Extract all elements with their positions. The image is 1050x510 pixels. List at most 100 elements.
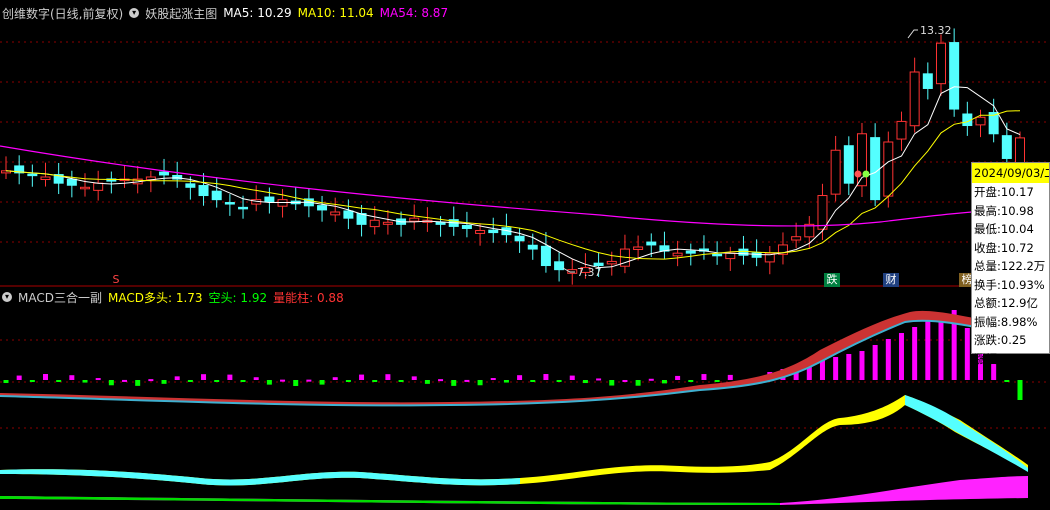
candle-body: [159, 171, 170, 176]
candle-body: [606, 260, 617, 265]
kline-chart[interactable]: [0, 0, 1050, 510]
chevron-down-icon[interactable]: ▾: [2, 292, 12, 302]
volume-ribbon-green: [0, 496, 780, 505]
chevron-down-icon[interactable]: ▾: [129, 8, 140, 18]
macd-bar: [622, 379, 628, 382]
macd-bar: [240, 380, 246, 382]
macd-bar: [332, 377, 338, 380]
candle-body: [830, 149, 841, 195]
main-header: 创维数字(日线,前复权) ▾ 妖股起涨主图 MA5: 10.29 MA10: 1…: [2, 4, 454, 22]
macd-bar: [727, 374, 733, 380]
macd-bar: [253, 377, 259, 380]
macd-bar: [359, 374, 365, 380]
macd-bar: [148, 379, 154, 382]
candle-body: [922, 73, 933, 89]
candle-body: [369, 219, 380, 228]
candle-body: [238, 206, 249, 210]
high-pointer: [907, 29, 918, 39]
candle-body: [896, 120, 907, 140]
info-high: 最高:10.98: [974, 203, 1034, 218]
macd-bar: [688, 380, 694, 382]
candle-body: [27, 173, 38, 177]
macd-bar: [372, 380, 378, 382]
macd-bar: [819, 360, 825, 380]
macd-bar: [543, 374, 549, 380]
macd-bar: [411, 376, 417, 380]
ma10-value: MA10: 11.04: [297, 6, 374, 20]
macd-bar: [201, 374, 207, 380]
macd-bar: [648, 378, 654, 381]
stock-title[interactable]: 创维数字(日线,前复权): [2, 5, 123, 22]
indicator-name[interactable]: 妖股起涨主图: [145, 5, 217, 22]
macd-bar: [556, 380, 562, 382]
ma5-value: MA5: 10.29: [223, 6, 292, 20]
macd-bar: [319, 380, 325, 385]
macd-bar: [345, 380, 351, 382]
candle-body: [975, 116, 986, 126]
candle-body: [1015, 137, 1025, 164]
macd-bar: [43, 374, 49, 380]
candle-body: [949, 42, 960, 110]
macd-bar: [187, 380, 193, 382]
candle-body: [712, 253, 723, 257]
macd-bar: [477, 380, 483, 386]
macd-bar: [29, 380, 35, 382]
macd-bar: [490, 378, 496, 381]
sub-indicator-name[interactable]: MACD三合一副: [18, 289, 102, 306]
macd-bar: [280, 379, 286, 382]
candle-body: [514, 235, 525, 242]
info-turnover: 换手:10.93%: [974, 277, 1045, 292]
macd-bar: [846, 354, 852, 380]
info-low: 最低:10.04: [974, 222, 1034, 236]
candle-body: [554, 261, 565, 271]
s-marker[interactable]: S: [108, 273, 124, 287]
trend-ribbon-down: [905, 395, 1028, 472]
info-amount: 总额:12.9亿: [974, 296, 1038, 310]
info-amplitude: 振幅:8.98%: [974, 314, 1038, 329]
macd-bar: [306, 379, 312, 382]
candle-body: [633, 246, 644, 250]
macd-bar: [1004, 380, 1010, 382]
macd-bar: [135, 380, 141, 386]
candle-body: [330, 211, 341, 216]
macd-bar: [609, 380, 615, 386]
candle-body: [935, 42, 946, 85]
cai-marker[interactable]: 财: [883, 273, 899, 287]
candle-body: [317, 205, 328, 211]
candle-body: [791, 236, 802, 241]
sub-header: ▾ MACD三合一副 MACD多头: 1.73 空头: 1.92 量能柱: 0.…: [2, 288, 350, 306]
signal-dot: [854, 170, 862, 178]
macd-bar: [582, 380, 588, 384]
macd-bar: [714, 380, 720, 382]
candle-body: [672, 252, 683, 257]
candle-body: [725, 252, 736, 260]
macd-bar: [833, 357, 839, 380]
info-date: 2024/09/03/二: [972, 163, 1049, 183]
candle-body: [93, 182, 104, 191]
macd-bar: [438, 379, 444, 382]
macd-bar: [503, 380, 509, 383]
candle-body: [475, 230, 486, 234]
macd-bar: [398, 380, 404, 382]
die-marker[interactable]: 跌: [824, 273, 840, 287]
macd-bar: [569, 375, 575, 380]
info-close: 收盘:10.72: [974, 240, 1034, 255]
macd-bar: [293, 380, 299, 386]
candle-body: [461, 224, 472, 229]
macd-bar: [925, 321, 931, 380]
macd-bar: [56, 380, 62, 382]
candle-body: [264, 196, 275, 203]
candle-body: [409, 217, 420, 222]
candle-body: [185, 183, 196, 188]
candle-body: [435, 221, 446, 225]
candle-body: [488, 229, 499, 234]
candle-body: [751, 252, 762, 258]
short-value: 空头: 1.92: [208, 290, 268, 305]
macd-bar: [122, 379, 128, 382]
candle-body: [988, 112, 999, 135]
macd-bar: [964, 328, 970, 380]
macd-bar: [451, 380, 457, 386]
candle-body: [211, 190, 222, 201]
candle-body: [540, 245, 551, 267]
macd-bar: [898, 333, 904, 380]
